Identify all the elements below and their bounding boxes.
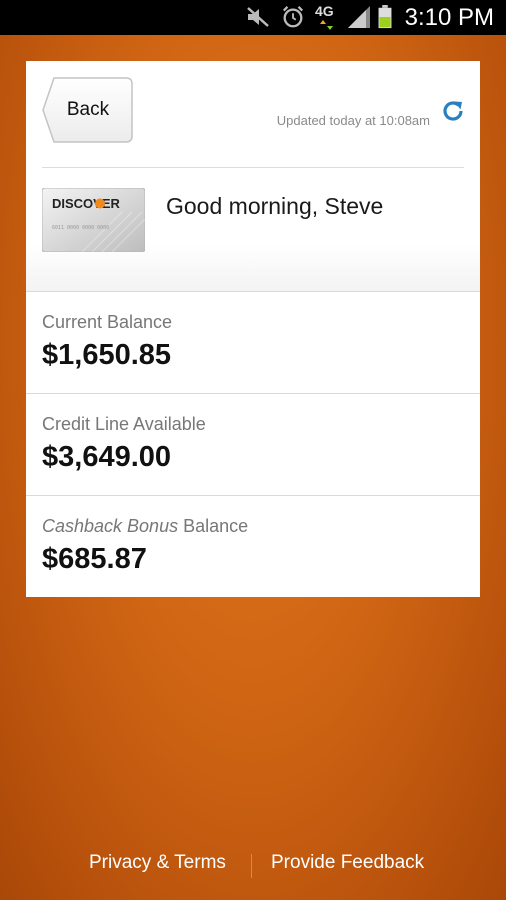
account-header: Back Updated today at 10:08am DISCOVER 6…	[26, 61, 480, 291]
account-summary-card: Back Updated today at 10:08am DISCOVER 6…	[26, 61, 480, 597]
signal-icon	[348, 6, 370, 28]
last-updated-text: Updated today at 10:08am	[276, 113, 430, 128]
status-time: 3:10 PM	[404, 4, 494, 31]
footer: Privacy & Terms Provide Feedback	[0, 852, 506, 882]
privacy-terms-link[interactable]: Privacy & Terms	[89, 852, 226, 874]
balance-label-suffix: Balance	[178, 516, 249, 536]
battery-icon	[378, 5, 392, 29]
balance-value: $685.87	[42, 543, 147, 575]
balance-row-current: Current Balance $1,650.85	[26, 291, 480, 394]
card-brand: DISCOVER	[52, 196, 121, 211]
footer-separator	[251, 854, 252, 878]
cashback-bonus-label: Cashback Bonus	[42, 516, 179, 536]
back-label: Back	[66, 99, 110, 120]
discover-card-image: DISCOVER 6011 0000 0000 0000	[42, 188, 145, 252]
card-number: 6011 0000 0000 0000	[52, 225, 109, 231]
mute-icon	[247, 7, 269, 27]
balance-label: Current Balance	[42, 312, 173, 332]
alarm-icon	[282, 6, 304, 28]
refresh-icon[interactable]	[440, 98, 466, 124]
balance-value: $1,650.85	[42, 339, 172, 371]
greeting-text: Good morning, Steve	[166, 193, 384, 219]
back-button[interactable]: Back	[42, 77, 133, 143]
provide-feedback-link[interactable]: Provide Feedback	[271, 852, 424, 874]
header-divider	[42, 167, 464, 168]
balance-value: $3,649.00	[42, 441, 172, 473]
network-4g-icon: 4G	[315, 3, 339, 31]
balance-row-credit-line: Credit Line Available $3,649.00	[26, 393, 480, 496]
balance-label: Credit Line Available	[42, 414, 206, 434]
status-bar: 4G 3:10 PM	[0, 0, 506, 35]
balance-label: Cashback Bonus Balance	[42, 516, 248, 537]
balance-row-cashback: Cashback Bonus Balance $685.87	[26, 495, 480, 598]
